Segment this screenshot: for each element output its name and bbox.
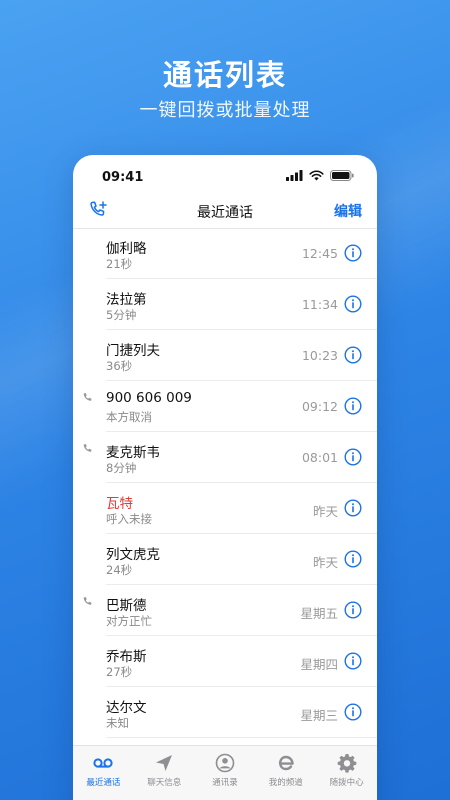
row-divider [106,737,377,738]
call-name: 法拉第 [106,292,147,308]
info-icon[interactable] [344,295,362,313]
tab-label: 通讯录 [212,778,238,788]
call-name: 列文虎克 [106,547,160,563]
tab-e-channel[interactable]: 我的频道 [255,746,316,800]
tab-label: 最近通话 [86,778,121,788]
info-icon[interactable] [344,448,362,466]
call-row[interactable]: 巴斯德 对方正忙 星期五 [73,585,377,636]
phone-mockup: 09:41 最近通话 编辑 伽利略 21秒 12:45 法拉第 5分钟 11:3… [73,155,377,800]
call-row[interactable]: 法拉第 5分钟 11:34 [73,279,377,330]
e-channel-icon [255,752,316,774]
voicemail-icon [73,752,134,774]
call-name: 巴斯德 [106,598,147,614]
tab-label: 我的频道 [268,778,303,788]
call-row[interactable]: 列文虎克 24秒 昨天 [73,534,377,585]
tab-label: 随拨中心 [329,778,364,788]
call-row[interactable]: 瓦特 呼入未接 昨天 [73,483,377,534]
call-detail: 36秒 [106,359,133,373]
tab-contact[interactable]: 通讯录 [195,746,256,800]
call-detail: 27秒 [106,665,133,679]
info-icon[interactable] [344,499,362,517]
call-name: 达尔文 [106,700,147,716]
wifi-icon [309,170,324,181]
call-detail: 8分钟 [106,461,137,475]
info-icon[interactable] [344,703,362,721]
call-detail: 21秒 [106,257,133,271]
outgoing-call-icon [83,597,92,605]
call-name: 瓦特 [106,496,133,512]
call-detail: 24秒 [106,563,133,577]
call-time: 星期五 [300,606,338,621]
outgoing-call-icon [83,393,92,401]
signal-icon [286,170,303,181]
tab-bar: 最近通话 聊天信息 通讯录 我的频道 随拨中心 [73,745,377,800]
call-name: 乔布斯 [106,649,147,665]
call-detail: 本方取消 [106,410,152,424]
tab-voicemail[interactable]: 最近通话 [73,746,134,800]
tab-label: 聊天信息 [147,778,182,788]
call-time: 10:23 [301,348,338,363]
info-icon[interactable] [344,397,362,415]
call-name: 伽利略 [106,241,147,257]
call-time: 11:34 [301,297,338,312]
call-row[interactable]: 麦克斯韦 8分钟 08:01 [73,432,377,483]
call-time: 昨天 [312,555,338,570]
info-icon[interactable] [344,601,362,619]
call-row[interactable]: 达尔文 未知 星期三 [73,687,377,738]
call-row[interactable]: 伽利略 21秒 12:45 [73,228,377,279]
gear-icon [316,752,377,774]
call-detail: 呼入未接 [106,512,152,526]
call-row[interactable]: 乔布斯 27秒 星期四 [73,636,377,687]
call-time: 12:45 [301,246,338,261]
tab-gear[interactable]: 随拨中心 [316,746,377,800]
info-icon[interactable] [344,244,362,262]
status-time: 09:41 [102,170,144,185]
call-name: 麦克斯韦 [106,445,160,461]
call-row[interactable]: 门捷列夫 36秒 10:23 [73,330,377,381]
call-detail: 未知 [106,716,129,730]
call-time: 昨天 [312,504,338,519]
call-time: 09:12 [301,399,338,414]
call-time: 08:01 [301,450,338,465]
call-name: 门捷列夫 [106,343,160,359]
edit-button[interactable]: 编辑 [334,201,362,221]
call-time: 星期四 [300,657,338,672]
call-row[interactable]: 900 606 009 本方取消 09:12 [73,381,377,432]
status-bar: 09:41 [73,155,377,195]
outgoing-call-icon [83,444,92,452]
call-time: 星期三 [300,708,338,723]
tab-paper-plane[interactable]: 聊天信息 [134,746,195,800]
info-icon[interactable] [344,652,362,670]
info-icon[interactable] [344,346,362,364]
promo-title: 通话列表 [162,58,287,92]
paper-plane-icon [134,752,195,774]
status-icons [286,170,354,181]
call-list: 伽利略 21秒 12:45 法拉第 5分钟 11:34 门捷列夫 36秒 10:23 900 60… [73,228,377,738]
call-detail: 5分钟 [106,308,137,322]
promo-subtitle: 一键回拨或批量处理 [139,100,311,121]
call-name: 900 606 009 [106,390,192,406]
call-detail: 对方正忙 [106,614,152,628]
nav-title: 最近通话 [197,205,253,221]
battery-icon [330,170,354,181]
info-icon[interactable] [344,550,362,568]
nav-bar: 最近通话 编辑 [73,195,377,229]
contact-icon [195,752,256,774]
